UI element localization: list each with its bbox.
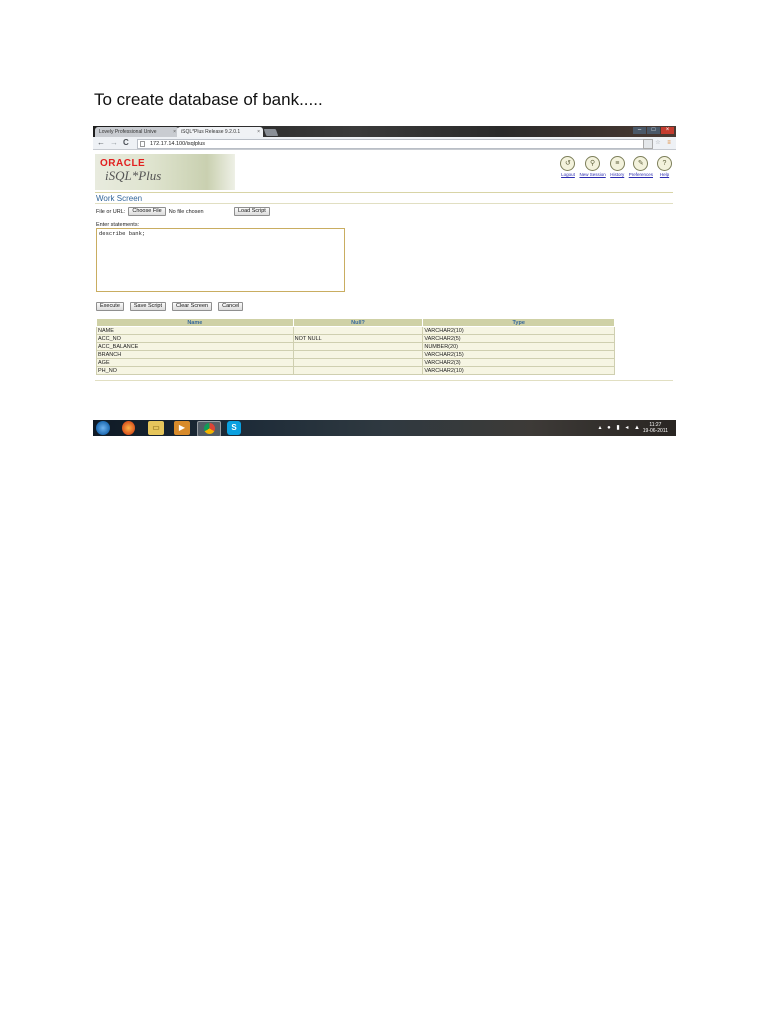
- address-text: 172.17.14.100/isqlplus: [150, 141, 206, 147]
- logout-link[interactable]: ↺ Logout: [560, 156, 576, 177]
- reload-icon[interactable]: C: [123, 138, 129, 148]
- back-icon[interactable]: ←: [97, 138, 105, 148]
- forward-icon[interactable]: →: [110, 138, 118, 148]
- logout-icon: ↺: [560, 156, 576, 171]
- execute-button[interactable]: Execute: [96, 302, 124, 311]
- media-player-icon[interactable]: ▶: [174, 421, 190, 435]
- help-icon: ?: [657, 156, 672, 171]
- tab-isqlplus[interactable]: iSQL*Plus Release 9.2.0.1 ×: [177, 127, 263, 137]
- cell-name: ACC_NO: [96, 334, 294, 343]
- preferences-icon: ✎: [633, 156, 649, 171]
- logout-label: Logout: [561, 172, 575, 177]
- cell-null: [292, 358, 424, 367]
- describe-result-table: Name Null? Type NAME VARCHAR2(10) ACC_NO…: [96, 318, 615, 375]
- maximize-icon[interactable]: □: [647, 127, 660, 134]
- tab-label: Lovely Professional Unive: [99, 129, 157, 135]
- tab-label: iSQL*Plus Release 9.2.0.1: [181, 129, 241, 135]
- table-row: PH_NO VARCHAR2(10): [96, 366, 615, 375]
- save-script-button[interactable]: Save Script: [129, 302, 166, 311]
- key-icon: ⚲: [585, 156, 601, 171]
- table-header-row: Name Null? Type: [96, 318, 615, 327]
- cancel-button[interactable]: Cancel: [218, 302, 244, 311]
- browser-tab-bar: Lovely Professional Unive × iSQL*Plus Re…: [93, 126, 676, 137]
- table-row: BRANCH VARCHAR2(15): [96, 350, 615, 359]
- cell-type: VARCHAR2(10): [422, 366, 615, 375]
- history-label: History: [610, 172, 625, 177]
- table-row: AGE VARCHAR2(3): [96, 358, 615, 367]
- folder-icon[interactable]: ▭: [148, 421, 164, 435]
- new-tab-button[interactable]: [263, 129, 279, 136]
- close-icon[interactable]: ×: [257, 127, 260, 137]
- cell-name: PH_NO: [96, 366, 294, 375]
- cell-null: [292, 326, 424, 335]
- cell-type: NUMBER(20): [422, 342, 615, 351]
- statements-textarea[interactable]: describe bank;: [96, 228, 345, 292]
- browser-screenshot: Lovely Professional Unive × iSQL*Plus Re…: [93, 126, 676, 436]
- tab-lpu[interactable]: Lovely Professional Unive ×: [95, 127, 179, 137]
- column-header-null: Null?: [292, 318, 424, 327]
- star-icon[interactable]: ☆: [654, 139, 662, 147]
- no-file-text: No file chosen: [168, 208, 204, 215]
- column-header-type: Type: [422, 318, 615, 327]
- action-buttons: Execute Save Script Clear Screen Cancel: [96, 302, 244, 311]
- choose-file-button[interactable]: Choose File: [128, 207, 166, 216]
- chrome-icon[interactable]: [197, 421, 221, 436]
- page-icon: [140, 141, 145, 147]
- preferences-label: Preferences: [628, 172, 653, 177]
- document-heading: To create database of bank.....: [94, 90, 323, 109]
- start-button[interactable]: [96, 421, 110, 435]
- page-menu-icon[interactable]: [643, 139, 653, 149]
- new-session-link[interactable]: ⚲ New Session: [579, 156, 606, 177]
- cell-type: VARCHAR2(15): [422, 350, 615, 359]
- minimize-icon[interactable]: –: [633, 127, 646, 134]
- clock[interactable]: 11:27 19-06-2011: [643, 422, 668, 434]
- firefox-icon[interactable]: [122, 421, 135, 435]
- skype-icon[interactable]: S: [227, 421, 241, 435]
- clear-screen-button[interactable]: Clear Screen: [172, 302, 213, 311]
- address-bar[interactable]: 172.17.14.100/isqlplus: [137, 139, 651, 149]
- history-link[interactable]: ≡ History: [609, 156, 625, 177]
- close-icon[interactable]: ×: [173, 127, 176, 137]
- table-row: NAME VARCHAR2(10): [96, 326, 615, 335]
- cell-type: VARCHAR2(10): [422, 326, 615, 335]
- file-url-label: File or URL:: [96, 208, 126, 215]
- divider: [95, 380, 673, 381]
- logo-banner: ORACLE iSQL*Plus: [95, 154, 235, 190]
- cell-name: AGE: [96, 358, 294, 367]
- help-label: Help: [659, 172, 670, 177]
- new-session-label: New Session: [579, 172, 606, 177]
- table-row: ACC_NO NOT NULL VARCHAR2(5): [96, 334, 615, 343]
- divider: [95, 192, 673, 193]
- table-row: ACC_BALANCE NUMBER(20): [96, 342, 615, 351]
- cell-null: NOT NULL: [292, 334, 424, 343]
- cell-null: [292, 350, 424, 359]
- browser-toolbar: ← → C 172.17.14.100/isqlplus ☆ ≡: [93, 137, 676, 150]
- clock-date: 19-06-2011: [642, 428, 668, 434]
- help-link[interactable]: ? Help: [657, 156, 672, 177]
- cell-type: VARCHAR2(5): [422, 334, 615, 343]
- window-controls: – □ ×: [633, 127, 674, 134]
- product-name: iSQL*Plus: [105, 168, 162, 183]
- column-header-name: Name: [96, 318, 294, 327]
- cell-null: [292, 366, 424, 375]
- global-links: ↺ Logout ⚲ New Session ≡ History ✎ Prefe…: [560, 156, 672, 177]
- preferences-link[interactable]: ✎ Preferences: [629, 156, 653, 177]
- system-tray[interactable]: ▴ ● ▮ ◂ ▲: [598, 424, 642, 431]
- history-icon: ≡: [609, 156, 625, 171]
- divider: [95, 203, 673, 204]
- cell-type: VARCHAR2(3): [422, 358, 615, 367]
- cell-name: NAME: [96, 326, 294, 335]
- load-script-button[interactable]: Load Script: [234, 207, 270, 216]
- isqlplus-page: ORACLE iSQL*Plus ↺ Logout ⚲ New Session …: [93, 150, 676, 420]
- cell-name: ACC_BALANCE: [96, 342, 294, 351]
- wrench-icon[interactable]: ≡: [665, 139, 673, 147]
- windows-taskbar: ▭ ▶ S ▴ ● ▮ ◂ ▲ 11:27 19-06-2011: [93, 420, 676, 436]
- cell-null: [292, 342, 424, 351]
- file-url-row: File or URL: Choose File No file chosen: [96, 207, 204, 216]
- screen-title: Work Screen: [96, 194, 143, 203]
- close-window-icon[interactable]: ×: [661, 127, 674, 134]
- cell-name: BRANCH: [96, 350, 294, 359]
